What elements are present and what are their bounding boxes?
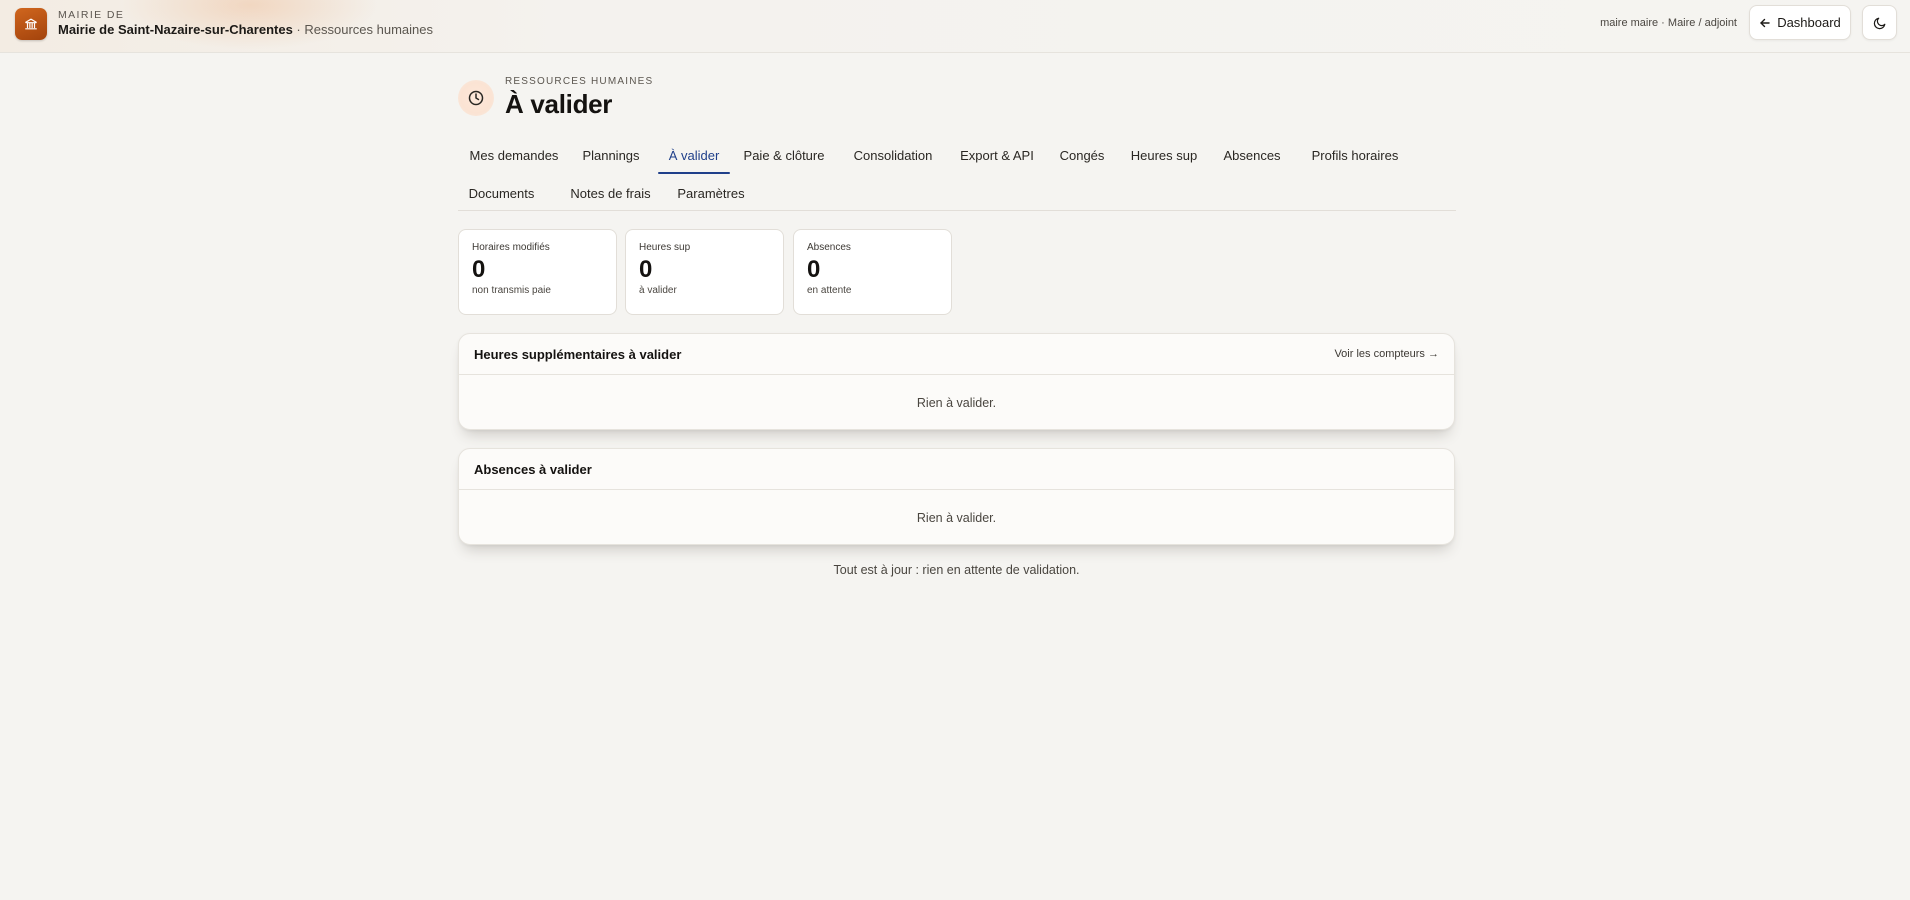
stat-label: Absences — [807, 242, 851, 253]
stat-sub: non transmis paie — [472, 285, 551, 296]
town-hall-icon[interactable] — [15, 8, 47, 40]
absences-panel-header: Absences à valider — [459, 449, 1454, 490]
arrow-left-icon — [1759, 17, 1771, 29]
stat-card-heures-sup: Heures sup 0 à valider — [625, 229, 784, 315]
overtime-panel: Heures supplémentaires à valider Voir le… — [458, 333, 1455, 430]
tab-mes-demandes[interactable]: Mes demandes — [458, 137, 570, 173]
stat-value: 0 — [472, 256, 486, 283]
module-name: Ressources humaines — [304, 22, 433, 37]
user-info: maire maire · Maire / adjoint — [1600, 17, 1737, 29]
stat-label: Horaires modifiés — [472, 242, 550, 253]
absences-panel: Absences à valider Rien à valider. — [458, 448, 1455, 545]
dashboard-button[interactable]: Dashboard — [1749, 5, 1851, 40]
page-kicker: RESSOURCES HUMAINES — [505, 76, 654, 87]
stat-card-absences: Absences 0 en attente — [793, 229, 952, 315]
stat-sub: en attente — [807, 285, 852, 296]
tab-bar: Mes demandes Plannings À valider Paie & … — [458, 137, 1456, 211]
tab-profils-horaires[interactable]: Profils horaires — [1300, 137, 1410, 173]
tab-documents[interactable]: Documents — [458, 175, 545, 211]
brand-separator: · — [292, 22, 305, 37]
dashboard-button-label: Dashboard — [1777, 15, 1841, 30]
town-name[interactable]: Mairie de Saint-Nazaire-sur-Charentes — [58, 22, 293, 37]
tab-a-valider[interactable]: À valider — [658, 137, 730, 174]
page-title: À valider — [505, 89, 613, 119]
stat-value: 0 — [639, 256, 653, 283]
view-counters-link[interactable]: Voir les compteurs → — [1334, 348, 1439, 360]
stat-label: Heures sup — [639, 242, 691, 253]
overtime-panel-title: Heures supplémentaires à valider — [474, 346, 682, 362]
absences-panel-title: Absences à valider — [474, 461, 592, 477]
tab-absences[interactable]: Absences — [1216, 137, 1288, 173]
tab-heures-sup[interactable]: Heures sup — [1124, 137, 1204, 173]
overtime-empty-message: Rien à valider. — [916, 395, 997, 410]
tab-consolidation[interactable]: Consolidation — [844, 137, 942, 173]
theme-toggle-button[interactable] — [1862, 5, 1897, 40]
stat-card-horaires-modifies: Horaires modifiés 0 non transmis paie — [458, 229, 617, 315]
top-bar: MAIRIE DE Mairie de Saint-Nazaire-sur-Ch… — [0, 0, 1910, 53]
status-message: Tout est à jour : rien en attente de val… — [833, 563, 1080, 577]
absences-empty-message: Rien à valider. — [916, 510, 997, 525]
tab-conges[interactable]: Congés — [1052, 137, 1112, 173]
moon-icon — [1873, 16, 1887, 30]
brand-line: Mairie de Saint-Nazaire-sur-Charentes · … — [58, 22, 433, 37]
overtime-panel-header: Heures supplémentaires à valider Voir le… — [459, 334, 1454, 375]
stat-sub: à valider — [639, 285, 677, 296]
tab-export-api[interactable]: Export & API — [954, 137, 1040, 173]
stat-value: 0 — [807, 256, 821, 283]
tab-notes-de-frais[interactable]: Notes de frais — [558, 175, 663, 211]
tab-plannings[interactable]: Plannings — [574, 137, 648, 173]
clock-icon — [458, 80, 494, 116]
brand-kicker: MAIRIE DE — [58, 9, 125, 21]
tab-paie-cloture[interactable]: Paie & clôture — [738, 137, 830, 173]
tab-parametres[interactable]: Paramètres — [670, 175, 752, 211]
